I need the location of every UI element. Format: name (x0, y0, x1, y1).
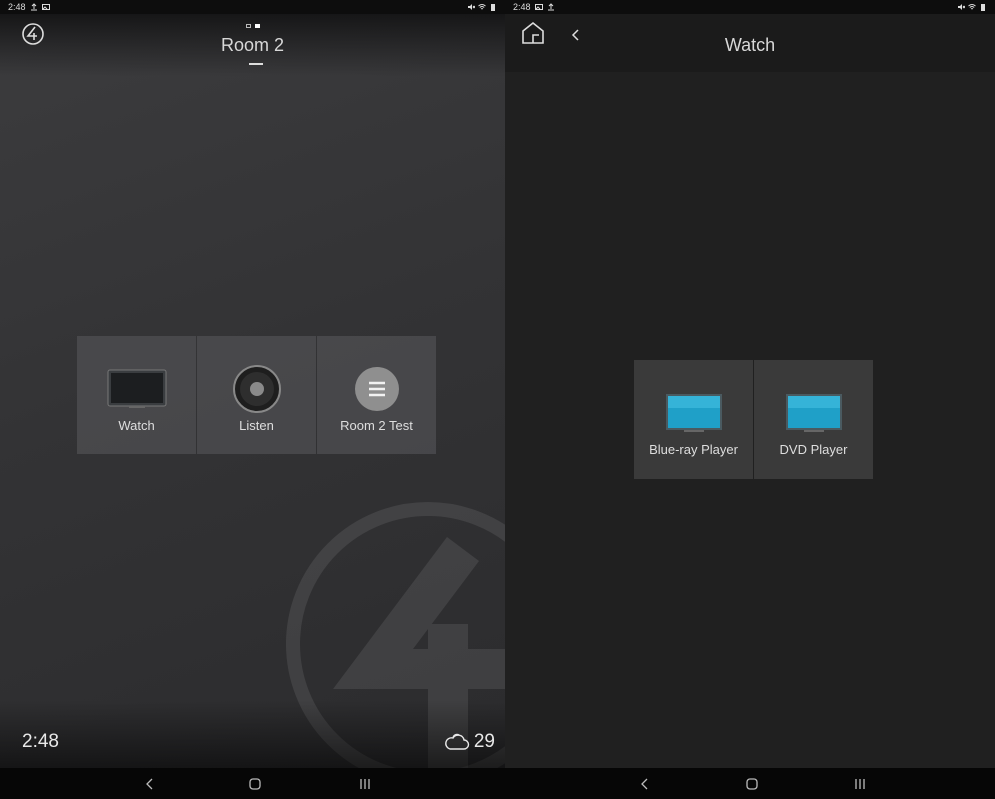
status-time: 2:48 (513, 2, 531, 12)
image-icon (41, 4, 50, 10)
upload-icon (547, 3, 554, 11)
back-nav-icon[interactable] (635, 775, 655, 793)
tile-label: DVD Player (779, 442, 848, 457)
recents-nav-icon[interactable] (355, 775, 375, 793)
status-bar: 2:48 (0, 0, 505, 14)
tile-label: Listen (239, 418, 274, 433)
source-tiles: Blue-ray Player DVD Player (634, 360, 874, 479)
wifi-icon (968, 4, 976, 10)
tv-icon (107, 364, 167, 414)
tile-label: Room 2 Test (340, 418, 413, 433)
tv-blue-icon (664, 388, 724, 438)
tile-label: Watch (118, 418, 155, 433)
page-dot (245, 24, 251, 28)
weather-widget[interactable]: 29 (444, 731, 495, 753)
speaker-icon (227, 364, 287, 414)
page-indicator (0, 24, 505, 28)
status-bar: 2:48 (505, 0, 995, 14)
status-time: 2:48 (8, 2, 26, 12)
bottom-overlay (0, 700, 505, 768)
tile-label: Blue-ray Player (649, 442, 738, 457)
upload-icon (30, 3, 37, 11)
page-dot-active (254, 24, 260, 28)
battery-icon (981, 4, 985, 11)
tile-watch[interactable]: Watch (77, 336, 196, 454)
page-title: Room 2 (220, 35, 285, 55)
cloud-icon (444, 733, 470, 750)
watch-screen: 2:48 Watch Blue-ray Player DVD Player (505, 0, 995, 799)
android-nav-bar (505, 768, 995, 799)
tile-dvd-player[interactable]: DVD Player (754, 360, 873, 479)
battery-icon (491, 4, 495, 11)
weather-temp: 29 (473, 731, 495, 752)
app-header: Room 2 (0, 14, 505, 76)
mute-icon (468, 4, 475, 10)
menu-circle-icon (347, 364, 407, 414)
title-underline (249, 63, 263, 65)
tile-blue-ray-player[interactable]: Blue-ray Player (634, 360, 753, 479)
tile-listen[interactable]: Listen (197, 336, 316, 454)
mute-icon (958, 4, 965, 10)
home-nav-icon[interactable] (245, 775, 265, 793)
tv-blue-icon (784, 388, 844, 438)
wifi-icon (478, 4, 486, 10)
back-nav-icon[interactable] (140, 775, 160, 793)
home-nav-icon[interactable] (742, 775, 762, 793)
page-title: Watch (724, 35, 776, 55)
room-screen: 2:48 Room 2 Watch Listen Room 2 Test 2:4… (0, 0, 505, 799)
clock: 2:48 (22, 731, 59, 752)
image-icon (534, 4, 543, 10)
app-header: Watch (505, 14, 995, 72)
recents-nav-icon[interactable] (850, 775, 870, 793)
room-tiles: Watch Listen Room 2 Test (77, 336, 437, 454)
android-nav-bar (0, 768, 505, 799)
tile-room-2-test[interactable]: Room 2 Test (317, 336, 436, 454)
